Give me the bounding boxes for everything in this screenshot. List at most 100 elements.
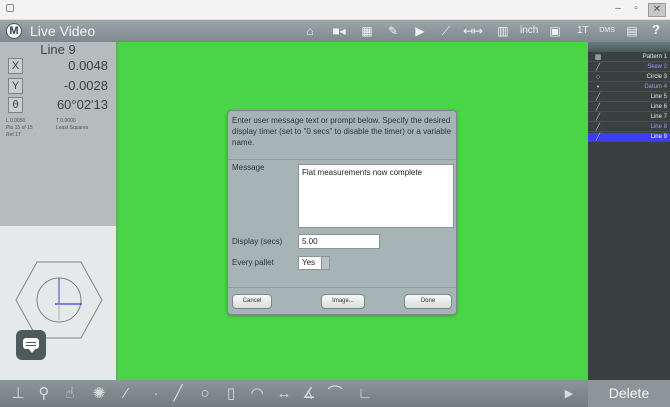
contour-tool-icon[interactable]: ◠ xyxy=(248,385,266,403)
feature-list-header[interactable] xyxy=(588,42,670,52)
every-pallet-toggle[interactable]: Yes xyxy=(298,256,330,270)
every-pallet-label: Every pallet xyxy=(232,258,274,267)
video-camera-icon[interactable]: ■◂ xyxy=(330,24,348,38)
stat-line: L 0.0050 T 0.0000 xyxy=(6,118,110,125)
stat-right: T 0.0000 xyxy=(56,118,76,124)
toggle-value: Yes xyxy=(302,258,316,267)
axis-label[interactable]: θ xyxy=(8,97,23,113)
hexagon-preview-graphic xyxy=(15,261,103,339)
bottom-toolbar: ⊥ ⚲ ☝ ✺ ⁄ · ╱ ○ ▯ ◠ ↔ ∡ ⌒ ∟ ▶ xyxy=(0,380,588,407)
dms-icon[interactable]: DMS xyxy=(598,24,616,38)
delete-button[interactable]: Delete xyxy=(588,380,670,407)
reference-count[interactable]: 1T xyxy=(577,24,589,38)
edit-icon[interactable]: ✎ xyxy=(386,24,400,38)
line-icon: ╱ xyxy=(595,104,601,111)
coord-row-angle: θ 60°02'13 xyxy=(6,97,110,114)
display-seconds-field[interactable] xyxy=(298,234,380,249)
done-button[interactable]: Done xyxy=(404,294,452,309)
axis-value: -0.0028 xyxy=(63,78,108,93)
feature-row-skew-2[interactable]: ╱ Skew 2 xyxy=(588,63,670,72)
probe-icon[interactable]: ⟋ xyxy=(438,24,454,38)
dialog-prompt: Enter user message text or prompt below.… xyxy=(232,116,452,147)
user-message-dialog: Enter user message text or prompt below.… xyxy=(227,110,457,315)
message-icon[interactable] xyxy=(16,330,46,360)
home-icon[interactable]: ⌂ xyxy=(302,24,318,38)
angle-tool-icon[interactable]: ∡ xyxy=(300,385,318,403)
feature-row-line-7[interactable]: ╱ Line 7 xyxy=(588,113,670,122)
feature-label: Line 8 xyxy=(650,124,667,130)
measurement-stats: L 0.0050 T 0.0000 Pts 15 of 15 Least Squ… xyxy=(6,118,110,139)
message-field[interactable]: Flat measurements now complete xyxy=(298,164,454,228)
minimize-icon[interactable]: – xyxy=(612,3,624,17)
line-icon: ╱ xyxy=(595,64,601,71)
axis-value: 0.0048 xyxy=(68,58,108,73)
feature-row-line-8[interactable]: ╱ Line 8 xyxy=(588,123,670,132)
feature-label: Pattern 1 xyxy=(642,54,667,60)
circle-tool-icon[interactable]: ○ xyxy=(196,385,214,403)
pattern-icon: ▦ xyxy=(594,54,602,61)
maximize-icon[interactable]: ▫ xyxy=(630,3,642,17)
skew-tool-icon[interactable]: ∟ xyxy=(356,385,374,403)
feature-label: Line 5 xyxy=(650,94,667,100)
distance-tool-icon[interactable]: ↔ xyxy=(274,385,294,403)
axis-label[interactable]: X xyxy=(8,58,23,74)
mode-title[interactable]: Live Video xyxy=(30,23,95,39)
main-toolbar: M Live Video ⌂ ■◂ ▦ ✎ ▶ ⟋ ↤↦ ▥ inch ▣ 1T… xyxy=(0,20,670,42)
app-window: – ▫ ✕ M Live Video ⌂ ■◂ ▦ ✎ ▶ ⟋ ↤↦ ▥ inc… xyxy=(0,0,670,407)
help-icon[interactable]: ? xyxy=(652,22,660,37)
touch-icon[interactable]: ☝ xyxy=(62,385,78,403)
coord-row-x: X 0.0048 xyxy=(6,58,110,75)
feature-row-pattern-1[interactable]: ▦ Pattern 1 xyxy=(588,53,670,62)
coord-row-y: Y -0.0028 xyxy=(6,78,110,95)
feature-row-circle-3[interactable]: ○ Circle 3 xyxy=(588,73,670,82)
feature-label: Circle 3 xyxy=(646,74,667,80)
probe-tool-icon[interactable]: ⁄ xyxy=(118,385,134,403)
stat-right: Least Squares xyxy=(56,125,89,131)
feature-label: Datum 4 xyxy=(644,84,667,90)
cancel-button[interactable]: Cancel xyxy=(232,294,272,309)
app-icon xyxy=(6,4,14,12)
next-arrow-icon[interactable]: ▶ xyxy=(562,385,576,403)
arc-tool-icon[interactable]: ⌒ xyxy=(326,385,344,403)
feature-row-line-5[interactable]: ╱ Line 5 xyxy=(588,93,670,102)
stat-line: Ref 1T xyxy=(6,132,110,139)
close-icon[interactable]: ✕ xyxy=(648,3,666,17)
line-icon: ╱ xyxy=(595,94,601,101)
stat-left: Ref 1T xyxy=(6,132,22,138)
slot-tool-icon[interactable]: ▯ xyxy=(224,385,238,403)
display-label: Display (secs) xyxy=(232,237,283,246)
play-icon[interactable]: ▶ xyxy=(414,24,426,38)
line-tool-icon[interactable]: ╱ xyxy=(170,385,186,403)
tripod-icon[interactable]: ⊥ xyxy=(10,385,26,403)
zoom-icon[interactable]: ⚲ xyxy=(36,385,52,403)
divider xyxy=(228,159,456,160)
calculator-icon[interactable]: ▤ xyxy=(624,24,640,38)
divider xyxy=(228,287,456,288)
measure-icon[interactable]: ↤↦ xyxy=(462,24,484,38)
line-icon: ╱ xyxy=(595,134,601,141)
axis-value: 60°02'13 xyxy=(56,97,108,112)
line-icon: ╱ xyxy=(595,114,601,121)
stat-line: Pts 15 of 15 Least Squares xyxy=(6,125,110,132)
grid-icon[interactable]: ▦ xyxy=(358,24,376,38)
toggle-knob xyxy=(321,257,329,269)
point-tool-icon[interactable]: · xyxy=(150,385,162,403)
image-button[interactable]: Image... xyxy=(321,294,365,309)
stat-left: Pts 15 of 15 xyxy=(6,125,33,131)
feature-label: Line 9 xyxy=(650,134,667,140)
feature-label: Line 6 xyxy=(650,104,667,110)
feature-row-line-6[interactable]: ╱ Line 6 xyxy=(588,103,670,112)
units-toggle[interactable]: inch xyxy=(520,24,538,38)
feature-row-datum-4[interactable]: • Datum 4 xyxy=(588,83,670,92)
app-logo[interactable]: M xyxy=(6,23,22,39)
feature-list: ▦ Pattern 1 ╱ Skew 2 ○ Circle 3 • Datum … xyxy=(588,42,670,380)
circle-icon: ○ xyxy=(595,74,601,81)
lock-icon[interactable]: ▣ xyxy=(548,24,562,38)
point-icon: • xyxy=(596,84,600,91)
light-icon[interactable]: ✺ xyxy=(90,385,108,403)
feature-row-line-9[interactable]: ╱ Line 9 xyxy=(588,133,670,142)
line-icon: ╱ xyxy=(595,124,601,131)
axis-label[interactable]: Y xyxy=(8,78,23,94)
feature-label: Skew 2 xyxy=(647,64,667,70)
ruler-icon[interactable]: ▥ xyxy=(490,24,516,38)
